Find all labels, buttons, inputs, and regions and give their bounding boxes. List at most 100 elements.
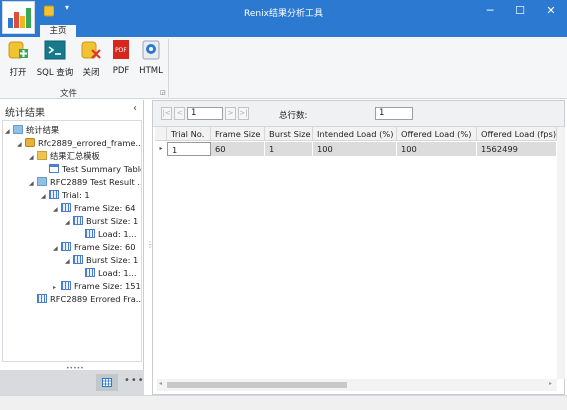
tree-node-label: Test Summary Table — [62, 164, 142, 174]
open-button[interactable]: 打开 — [6, 39, 30, 79]
maximize-button[interactable]: ☐ — [505, 0, 535, 24]
tree-expander[interactable]: ◢ — [29, 178, 37, 190]
table-view-button[interactable] — [96, 374, 118, 391]
folder-icon — [37, 151, 47, 160]
close-button[interactable]: ✕ — [536, 0, 566, 24]
column-header[interactable]: Intended Load (%) — [313, 127, 397, 141]
panel-resize-grip[interactable]: ••••• — [66, 365, 84, 372]
tree-expander[interactable]: ◢ — [41, 191, 49, 203]
horizontal-scrollbar[interactable]: ◂ ▸ — [157, 379, 557, 391]
tree-node[interactable]: ▸ Frame Size: 1519 — [53, 280, 142, 292]
row-indicator-header — [155, 127, 167, 141]
vertical-scrollbar[interactable] — [557, 127, 565, 379]
grid-icon — [73, 255, 83, 264]
image-folder-icon — [37, 177, 47, 186]
last-page-button[interactable]: >| — [238, 107, 249, 120]
database-icon — [25, 138, 35, 147]
stats-panel: 统计结果 ‹ ◢ 统计结果 ◢ Rfc2889_errored_frame... ◢… — [0, 100, 144, 395]
tree-expander[interactable]: ◢ — [29, 152, 37, 164]
horizontal-scroll-thumb[interactable] — [167, 382, 347, 388]
tree-expander[interactable]: ◢ — [65, 217, 73, 229]
image-folder-icon — [13, 125, 23, 134]
scroll-right-icon[interactable]: ▸ — [549, 380, 552, 387]
table-cell[interactable]: 100 — [397, 142, 477, 156]
tree-node-label: Burst Size: 1 — [86, 216, 139, 226]
close-database-icon — [80, 39, 102, 61]
tree-expander[interactable]: ◢ — [53, 204, 61, 216]
next-page-button[interactable]: > — [225, 107, 236, 120]
prev-page-button[interactable]: < — [174, 107, 185, 120]
close-db-button[interactable]: 关闭 — [79, 39, 103, 79]
tree-node[interactable]: ◢ Burst Size: 1 — [65, 215, 138, 227]
grid-icon — [73, 216, 83, 225]
ribbon-group-separator — [168, 39, 169, 97]
tree-node[interactable]: ◢ Rfc2889_errored_frame... — [17, 137, 142, 151]
tree-node[interactable]: Load: 1... — [77, 267, 137, 279]
table-cell[interactable]: 60 — [211, 142, 265, 156]
html-icon — [140, 39, 162, 61]
app-logo-icon[interactable] — [2, 1, 35, 34]
tree-node[interactable]: ◢ 结果汇总模板 — [29, 150, 100, 162]
open-database-icon — [7, 39, 29, 61]
tree-node[interactable]: ◢ Frame Size: 60 — [53, 241, 136, 253]
total-rows-value: 1 — [375, 107, 413, 120]
grid-icon — [49, 190, 59, 199]
tree-node-label: Trial: 1 — [62, 190, 90, 200]
tree-node-label: Burst Size: 1 — [86, 255, 139, 265]
tree-node[interactable]: Test Summary Table — [41, 163, 142, 175]
svg-text:PDF: PDF — [115, 47, 127, 54]
tree-node-label: Load: 1... — [98, 268, 137, 278]
tree-node[interactable]: ◢ 统计结果 — [5, 124, 59, 136]
first-page-button[interactable]: |< — [161, 107, 172, 120]
title-bar: ▾ Renix结果分析工具 ─ ☐ ✕ — [0, 0, 567, 24]
minimize-button[interactable]: ─ — [475, 0, 505, 24]
pager-toolbar: |< < 1 > >| 总行数: 1 — [153, 101, 564, 127]
tree-node-label: RFC2889 Test Result ... — [50, 177, 142, 187]
grid-icon — [61, 281, 71, 290]
collapse-panel-button[interactable]: ‹ — [133, 103, 137, 114]
tree-node[interactable]: ◢ Burst Size: 1 — [65, 254, 138, 266]
tree-expander[interactable]: ◢ — [65, 256, 73, 268]
html-export-button[interactable]: HTML — [138, 39, 164, 79]
tree-node-label: Rfc2889_errored_frame... — [38, 138, 142, 148]
data-grid[interactable]: Trial No. Frame Size Burst Size Intended… — [155, 127, 565, 394]
table-cell[interactable]: 1562499 — [477, 142, 557, 156]
result-tree[interactable]: ◢ 统计结果 ◢ Rfc2889_errored_frame... ◢ 结果汇总模板 … — [2, 120, 142, 362]
column-header[interactable]: Frame Size — [211, 127, 265, 141]
column-header[interactable]: Burst Size — [265, 127, 313, 141]
grid-icon — [37, 294, 47, 303]
page-number-input[interactable]: 1 — [187, 107, 223, 120]
pdf-label: PDF — [112, 66, 130, 76]
tree-expander[interactable]: ◢ — [17, 139, 25, 151]
tree-expander[interactable]: ◢ — [5, 126, 13, 138]
tree-expander[interactable]: ◢ — [53, 243, 61, 255]
sql-query-label: SQL 查询 — [36, 68, 74, 78]
column-header[interactable]: Trial No. — [167, 127, 211, 141]
tree-node[interactable]: ◢ RFC2889 Test Result ... — [29, 176, 142, 190]
tree-node-label: Frame Size: 1519 — [74, 281, 142, 291]
tree-node-label: 结果汇总模板 — [50, 151, 100, 161]
table-cell[interactable]: 1 — [167, 142, 211, 156]
grid-icon — [61, 203, 71, 212]
close-db-label: 关闭 — [82, 68, 100, 78]
tree-node[interactable]: Load: 1... — [77, 228, 137, 240]
file-group-label: 文件 — [60, 89, 78, 99]
scroll-left-icon[interactable]: ◂ — [159, 380, 162, 387]
tree-node[interactable]: ◢ Trial: 1 — [41, 189, 90, 201]
tree-node[interactable]: ◢ Frame Size: 64 — [53, 202, 136, 214]
ribbon: 打开 SQL 查询 关闭 PDF PDF HTML 文件 ◲ — [0, 37, 567, 99]
tree-node-label: Frame Size: 64 — [74, 203, 136, 213]
column-header[interactable]: Offered Load (fps) — [477, 127, 557, 141]
sql-query-button[interactable]: SQL 查询 — [36, 39, 74, 79]
group-launcher-icon[interactable]: ◲ — [160, 89, 166, 96]
table-cell[interactable]: 100 — [313, 142, 397, 156]
column-header[interactable]: Offered Load (%) — [397, 127, 477, 141]
table-cell[interactable]: 1 — [265, 142, 313, 156]
pdf-icon: PDF — [110, 39, 132, 61]
more-options-button[interactable]: ••• — [124, 375, 145, 386]
grid-icon — [85, 229, 95, 238]
tree-node[interactable]: RFC2889 Errored Fra... — [29, 293, 141, 305]
pdf-export-button[interactable]: PDF PDF — [109, 39, 133, 79]
ribbon-tab-row: 主页 — [0, 24, 567, 37]
tab-home[interactable]: 主页 — [40, 25, 76, 37]
